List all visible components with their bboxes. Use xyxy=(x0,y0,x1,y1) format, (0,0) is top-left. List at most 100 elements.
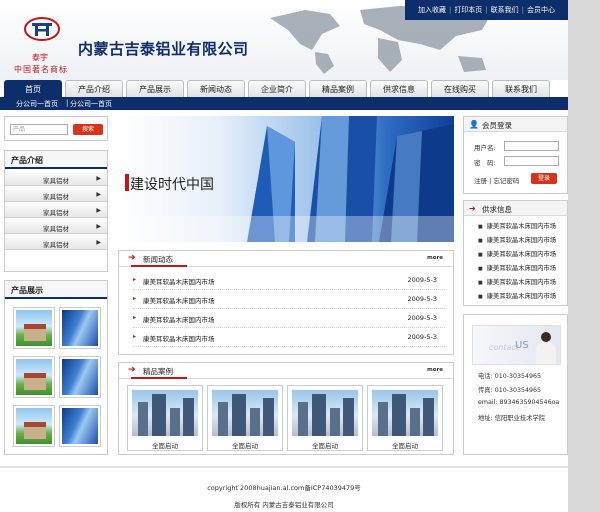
title-underline xyxy=(131,377,187,379)
search-input[interactable]: 产品 xyxy=(10,124,68,135)
category-label: 家具铝材 xyxy=(43,241,69,249)
contact-panel: contact US 电话: 010-30354965 传真: 010-3035… xyxy=(463,314,568,455)
more-link[interactable]: more xyxy=(427,367,443,373)
supply-item[interactable]: 康美耳软晶木床国内市场 xyxy=(478,277,556,286)
case-card[interactable]: 全面启动 xyxy=(207,385,283,451)
login-button[interactable]: 登录 xyxy=(531,173,557,184)
supply-item[interactable]: 康美耳软晶木床国内市场 xyxy=(478,249,556,258)
bullet-icon: ▸ xyxy=(133,276,137,283)
product-thumbnail[interactable] xyxy=(13,356,55,398)
sub-link-branch-1[interactable]: 分公司一首页 xyxy=(16,99,58,109)
case-image xyxy=(212,390,278,436)
news-item[interactable]: ▸ 康美耳软晶木床国内市场 2009-5-3 xyxy=(133,290,445,309)
case-card[interactable]: 全面启动 xyxy=(367,385,443,451)
username-field[interactable] xyxy=(504,141,559,151)
news-item[interactable]: ▸ 康美耳软晶木床国内市场 2009-5-3 xyxy=(133,309,445,328)
product-thumbnail[interactable] xyxy=(13,405,55,447)
tab-product-show[interactable]: 产品展示 xyxy=(126,80,184,97)
news-item[interactable]: ▸ 康美耳软晶木床国内市场 2009-5-3 xyxy=(133,271,445,290)
category-item[interactable]: 家具铝材 ▶ xyxy=(5,235,107,250)
category-label: 家具铝材 xyxy=(43,177,69,185)
contact-address: 地址: 信阳职业技术学院 xyxy=(478,415,546,422)
case-label: 全面启动 xyxy=(312,442,338,450)
banner-slogan: 建设时代中国 xyxy=(130,177,214,193)
register-link[interactable]: 注册 xyxy=(474,177,487,185)
banner-accent-bar xyxy=(125,174,129,191)
logo-subtitle: 泰宇 xyxy=(32,53,48,62)
building-image xyxy=(62,359,98,395)
tab-contact[interactable]: 联系我们 xyxy=(492,80,550,97)
news-date: 2009-5-3 xyxy=(407,314,437,322)
member-center-link[interactable]: 会员中心 xyxy=(524,5,558,15)
separator: | xyxy=(66,99,69,107)
product-thumbnail[interactable] xyxy=(13,307,55,349)
case-label: 全面启动 xyxy=(152,442,178,450)
news-title: 康美耳软晶木床国内市场 xyxy=(143,316,215,324)
supply-item[interactable]: 康美耳软晶木床国内市场 xyxy=(478,221,556,230)
arrow-right-icon: ▶ xyxy=(96,223,101,230)
category-item[interactable]: 家具铝材 ▶ xyxy=(5,219,107,234)
add-favorite-link[interactable]: 加入收藏 xyxy=(415,5,449,15)
member-login-panel: 👤 会员登录 用户名: 密 码: 注册 | 忘记密码 登录 xyxy=(463,116,568,194)
panel-title: 产品展示 xyxy=(11,286,43,295)
supply-info-panel: ➔ 供求信息 康美耳软晶木床国内市场 康美耳软晶木床国内市场 康美耳软晶木床国内… xyxy=(463,200,568,306)
search-box: 产品 搜索 xyxy=(4,116,108,141)
panel-header: ➔ 精品案例 more xyxy=(119,363,453,379)
category-item[interactable]: 家具铝材 ▶ xyxy=(5,187,107,202)
panel-title: 新闻动态 xyxy=(143,255,173,264)
print-page-link[interactable]: 打印本页 xyxy=(451,5,485,15)
category-item[interactable]: 家具铝材 ▶ xyxy=(5,203,107,218)
contact-phone: 电话: 010-30354965 xyxy=(478,373,542,380)
tab-supply[interactable]: 供求信息 xyxy=(370,80,428,97)
supply-item[interactable]: 康美耳软晶木床国内市场 xyxy=(478,235,556,244)
panel-header: 产品介绍 xyxy=(5,151,107,169)
product-show-panel: 产品展示 xyxy=(4,280,108,455)
trademark-text: 中国著名商标 xyxy=(14,65,68,74)
account-links: 注册 | 忘记密码 xyxy=(474,175,519,185)
building-image xyxy=(62,408,98,444)
sub-link-branch-2[interactable]: 分公司一首页 xyxy=(70,99,112,109)
product-thumbnail[interactable] xyxy=(59,405,101,447)
case-label: 全面启动 xyxy=(232,442,258,450)
house-image xyxy=(16,310,52,346)
product-thumbnail[interactable] xyxy=(59,307,101,349)
tab-news[interactable]: 新闻动态 xyxy=(187,80,245,97)
company-logo[interactable]: 泰宇 中国著名商标 xyxy=(14,16,74,78)
cases-panel: ➔ 精品案例 more 全面启动 全面启动 全面启动 全面启动 xyxy=(118,362,454,455)
arrow-right-icon: ▶ xyxy=(96,191,101,198)
hero-banner[interactable]: 建设时代中国 1 2 3 4 5 xyxy=(117,116,454,242)
search-button[interactable]: 搜索 xyxy=(73,124,103,135)
person-head xyxy=(541,332,551,342)
panel-title: 供求信息 xyxy=(482,205,512,214)
news-panel: ➔ 新闻动态 more ▸ 康美耳软晶木床国内市场 2009-5-3 ▸ 康美耳… xyxy=(118,250,454,355)
category-label: 家具铝材 xyxy=(43,225,69,233)
news-item[interactable]: ▸ 康美耳软晶木床国内市场 2009-5-3 xyxy=(133,328,445,347)
forgot-password-link[interactable]: 忘记密码 xyxy=(493,177,519,185)
page-frame: 加入收藏 | 打印本页 | 联系我们 | 会员中心 泰宇 中国著名商标 内蒙古吉… xyxy=(0,0,568,512)
password-field[interactable] xyxy=(504,156,559,166)
case-card[interactable]: 全面启动 xyxy=(287,385,363,451)
tab-home[interactable]: 首页 xyxy=(4,80,62,97)
password-label: 密 码: xyxy=(474,159,496,167)
more-link[interactable]: more xyxy=(427,255,443,261)
product-thumbnail[interactable] xyxy=(59,356,101,398)
rights-text: 版权所有 内蒙古吉泰铝业有限公司 xyxy=(234,501,334,509)
news-date: 2009-5-3 xyxy=(407,276,437,284)
logo-mark-icon xyxy=(24,17,60,41)
arrow-icon: ➔ xyxy=(128,253,136,263)
arrow-right-icon: ▶ xyxy=(96,239,101,246)
category-label: 家具铝材 xyxy=(43,193,69,201)
supply-item[interactable]: 康美耳软晶木床国内市场 xyxy=(478,263,556,272)
case-card[interactable]: 全面启动 xyxy=(127,385,203,451)
tab-about[interactable]: 企业简介 xyxy=(248,80,306,97)
category-item[interactable]: 家具铝材 ▶ xyxy=(5,171,107,186)
panel-title: 产品介绍 xyxy=(11,156,43,165)
tab-buy-online[interactable]: 在线购买 xyxy=(431,80,489,97)
tab-cases[interactable]: 精品案例 xyxy=(309,80,367,97)
contact-us-link[interactable]: 联系我们 xyxy=(488,5,522,15)
panel-header: ➔ 供求信息 xyxy=(464,201,567,216)
tab-product-intro[interactable]: 产品介绍 xyxy=(65,80,123,97)
category-label: 家具铝材 xyxy=(43,209,69,217)
supply-item[interactable]: 康美耳软晶木床国内市场 xyxy=(478,291,556,300)
panel-header: 👤 会员登录 xyxy=(464,117,567,132)
